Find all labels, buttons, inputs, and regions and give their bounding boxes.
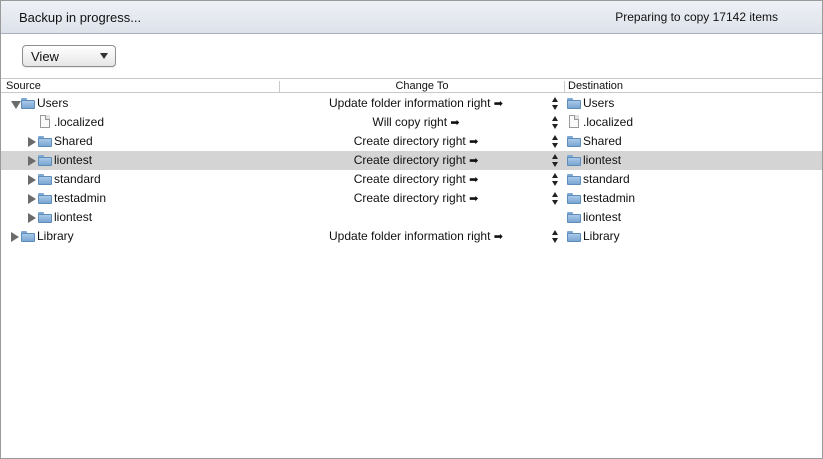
file-table: Users Update folder information right ➡ … [1,94,822,246]
change-action: Create directory right ➡ [281,132,551,151]
folder-icon [567,174,581,185]
change-label: Create directory right [353,153,466,167]
disclosure-triangle-closed-icon[interactable] [28,137,36,147]
table-row[interactable]: standard Create directory right ➡ standa… [1,170,822,189]
table-header: Source Change To Destination [1,78,822,93]
folder-icon [567,98,581,109]
disclosure-triangle-closed-icon[interactable] [28,175,36,185]
change-label: Will copy right [372,115,448,129]
arrow-right-icon: ➡ [493,98,503,110]
change-label: Create directory right [353,191,466,205]
change-action: Create directory right ➡ [281,151,551,170]
column-header-destination[interactable]: Destination [568,80,623,93]
source-name: .localized [54,115,105,129]
change-label: Create directory right [353,172,466,186]
direction-stepper-icon[interactable] [552,154,559,168]
source-name: Users [37,96,69,110]
change-action: Create directory right ➡ [281,189,551,208]
destination-name: liontest [583,210,622,224]
table-row[interactable]: Shared Create directory right ➡ Shared [1,132,822,151]
source-name: liontest [54,153,93,167]
column-header-source[interactable]: Source [6,80,41,93]
arrow-right-icon: ➡ [493,231,503,243]
column-header-change-to[interactable]: Change To [281,80,563,93]
folder-icon [38,212,52,223]
folder-icon [38,155,52,166]
arrow-right-icon: ➡ [469,155,479,167]
disclosure-triangle-closed-icon[interactable] [28,156,36,166]
change-action: Will copy right ➡ [281,113,551,132]
folder-icon [567,231,581,242]
table-row-selected[interactable]: liontest Create directory right ➡ lionte… [1,151,822,170]
arrow-right-icon: ➡ [469,136,479,148]
table-row[interactable]: liontest liontest [1,208,822,227]
disclosure-triangle-open-icon[interactable] [11,101,21,109]
direction-stepper-icon[interactable] [552,116,559,130]
change-label: Create directory right [353,134,466,148]
toolbar: View [1,35,822,78]
folder-icon [38,174,52,185]
direction-stepper-icon[interactable] [552,173,559,187]
folder-icon [21,98,35,109]
source-name: liontest [54,210,93,224]
folder-icon [21,231,35,242]
disclosure-triangle-closed-icon[interactable] [11,232,19,242]
column-divider[interactable] [564,81,565,92]
status-bar: Backup in progress... Preparing to copy … [1,1,822,34]
table-row[interactable]: Library Update folder information right … [1,227,822,246]
direction-stepper-icon[interactable] [552,192,559,206]
destination-name: .localized [583,115,634,129]
destination-name: Users [583,96,615,110]
folder-icon [567,136,581,147]
status-item-count: Preparing to copy 17142 items [615,10,778,24]
view-popup-button[interactable]: View [22,45,116,67]
change-action: Update folder information right ➡ [281,94,551,113]
destination-name: Shared [583,134,622,148]
file-icon [40,115,50,128]
table-row[interactable]: .localized Will copy right ➡ .localized [1,113,822,132]
destination-name: testadmin [583,191,636,205]
direction-stepper-icon[interactable] [552,97,559,111]
destination-name: Library [583,229,620,243]
change-label: Update folder information right [329,96,491,110]
change-action: Create directory right ➡ [281,170,551,189]
table-row[interactable]: Users Update folder information right ➡ … [1,94,822,113]
chevron-down-icon [100,53,108,59]
source-name: testadmin [54,191,107,205]
column-divider[interactable] [279,81,280,92]
file-icon [569,115,579,128]
arrow-right-icon: ➡ [469,174,479,186]
sync-window: Backup in progress... Preparing to copy … [0,0,823,459]
direction-stepper-icon[interactable] [552,135,559,149]
folder-icon [567,155,581,166]
destination-name: liontest [583,153,622,167]
change-action: Update folder information right ➡ [281,227,551,246]
folder-icon [567,212,581,223]
arrow-right-icon: ➡ [450,117,460,129]
source-name: Library [37,229,74,243]
direction-stepper-icon[interactable] [552,230,559,244]
source-name: Shared [54,134,93,148]
disclosure-triangle-closed-icon[interactable] [28,213,36,223]
arrow-right-icon: ➡ [469,193,479,205]
disclosure-triangle-closed-icon[interactable] [28,194,36,204]
status-message: Backup in progress... [19,10,142,25]
folder-icon [38,136,52,147]
destination-name: standard [583,172,630,186]
change-label: Update folder information right [329,229,491,243]
folder-icon [38,193,52,204]
view-popup-label: View [31,49,59,64]
source-name: standard [54,172,101,186]
table-row[interactable]: testadmin Create directory right ➡ testa… [1,189,822,208]
folder-icon [567,193,581,204]
